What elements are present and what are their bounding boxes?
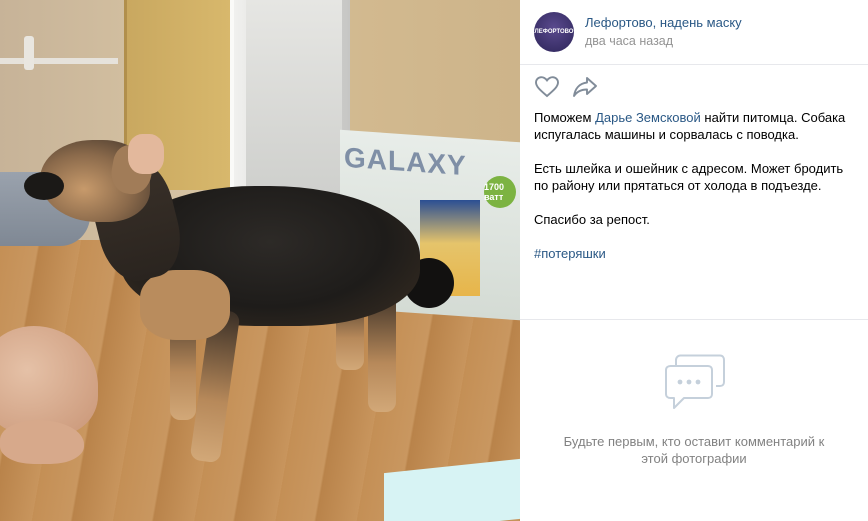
hashtag-link[interactable]: #потеряшки <box>534 246 606 261</box>
post-paragraph-3: Спасибо за репост. <box>534 212 650 227</box>
photo-mirror <box>230 0 350 200</box>
comments-empty-state: Будьте первым, кто оставит комментарий к… <box>520 352 868 467</box>
group-name-link[interactable]: Лефортово, надень маску <box>585 14 742 31</box>
post-paragraph-2: Есть шлейка и ошейник с адресом. Может б… <box>534 161 844 193</box>
photo-pipe <box>0 58 118 64</box>
share-button[interactable] <box>572 74 598 100</box>
post-paragraph-1: Поможем Дарье Земсковой найти питомца. С… <box>534 109 854 143</box>
group-avatar[interactable]: ЛЕФОРТОВО <box>534 12 574 52</box>
photo-person-hand <box>128 134 164 174</box>
photo-dog-snout <box>24 172 64 200</box>
like-button[interactable] <box>534 74 560 100</box>
post-time[interactable]: два часа назад <box>585 33 742 50</box>
post-header: ЛЕФОРТОВО Лефортово, надень маску два ча… <box>520 0 868 65</box>
mention-link[interactable]: Дарье Земсковой <box>595 110 701 125</box>
post-actions <box>520 65 868 109</box>
divider <box>520 319 868 320</box>
photo[interactable]: GALAXY 1700 ватт <box>0 0 520 521</box>
side-panel: ЛЕФОРТОВО Лефортово, надень маску два ча… <box>520 0 868 521</box>
heart-icon <box>535 76 559 98</box>
photo-viewer: GALAXY 1700 ватт ЛЕФОРТОВО Лефортово, на… <box>0 0 868 521</box>
avatar-label: ЛЕФОРТОВО <box>534 29 574 35</box>
comments-empty-text: Будьте первым, кто оставит комментарий к… <box>563 434 825 466</box>
photo-dog-chest <box>140 270 230 340</box>
post-text-prefix: Поможем <box>534 110 596 125</box>
photo-pipe-valve <box>24 36 34 70</box>
post-text: Поможем Дарье Земсковой найти питомца. С… <box>520 109 868 262</box>
comments-bubble-icon <box>665 354 725 409</box>
photo-box-badge: 1700 ватт <box>484 176 516 208</box>
post-meta: Лефортово, надень маску два часа назад <box>585 14 742 50</box>
share-arrow-icon <box>573 77 597 97</box>
photo-person-foot <box>0 420 84 464</box>
hashtag-paragraph: #потеряшки <box>534 245 854 262</box>
